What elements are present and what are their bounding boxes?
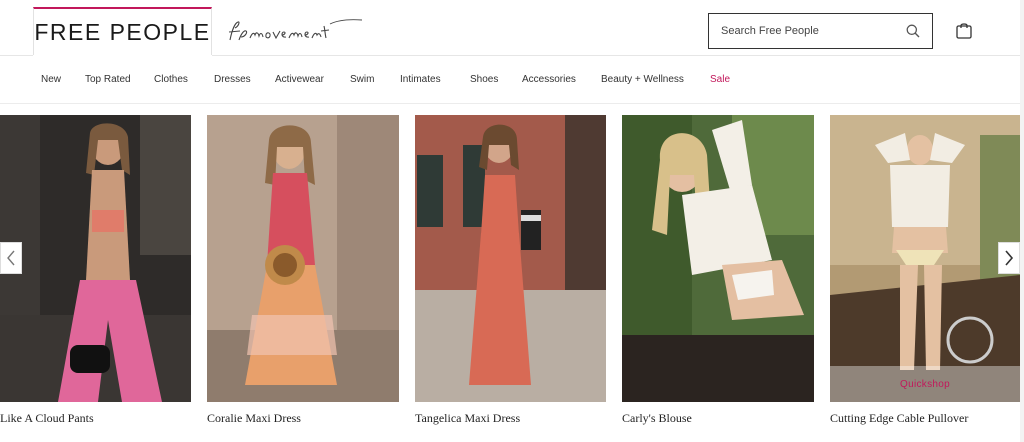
category-nav: New Top Rated Clothes Dresses Activewear…	[0, 57, 1024, 104]
product-image-like-a-cloud-pants[interactable]	[0, 115, 191, 402]
fp-movement-logo[interactable]	[226, 14, 368, 50]
nav-item-dresses[interactable]: Dresses	[214, 74, 251, 85]
nav-item-top-rated[interactable]: Top Rated	[85, 74, 131, 85]
nav-item-beauty-wellness[interactable]: Beauty + Wellness	[601, 74, 684, 85]
product-card-carlys-blouse[interactable]	[622, 115, 814, 402]
carousel-next-button[interactable]	[998, 242, 1020, 274]
search-icon[interactable]	[906, 24, 920, 38]
carousel-prev-button[interactable]	[0, 242, 22, 274]
product-image-coralie-maxi-dress[interactable]	[207, 115, 399, 402]
product-name-carlys-blouse[interactable]: Carly's Blouse	[622, 411, 692, 426]
product-name-coralie-maxi-dress[interactable]: Coralie Maxi Dress	[207, 411, 301, 426]
nav-item-sale[interactable]: Sale	[710, 74, 730, 85]
nav-item-shoes[interactable]: Shoes	[470, 74, 498, 85]
nav-item-new[interactable]: New	[41, 74, 61, 85]
product-image-tangelica-maxi-dress[interactable]	[415, 115, 606, 402]
product-carousel: Like A Cloud Pants Coralie Maxi Dress Ta…	[0, 105, 1024, 442]
nav-item-clothes[interactable]: Clothes	[154, 74, 188, 85]
product-name-like-a-cloud-pants[interactable]: Like A Cloud Pants	[0, 411, 94, 426]
chevron-right-icon	[1005, 250, 1014, 266]
brand-tab-free-people[interactable]: FREE PEOPLE	[33, 7, 212, 56]
quickshop-button[interactable]: Quickshop	[830, 366, 1020, 402]
product-card-tangelica-maxi-dress[interactable]	[415, 115, 606, 402]
nav-item-activewear[interactable]: Activewear	[275, 74, 324, 85]
nav-item-swim[interactable]: Swim	[350, 74, 374, 85]
product-card-like-a-cloud-pants[interactable]	[0, 115, 191, 402]
shopping-bag-icon[interactable]	[955, 21, 973, 39]
product-name-tangelica-maxi-dress[interactable]: Tangelica Maxi Dress	[415, 411, 520, 426]
page-scrollbar[interactable]	[1020, 0, 1024, 442]
nav-item-accessories[interactable]: Accessories	[522, 74, 576, 85]
chevron-left-icon	[7, 250, 15, 266]
product-image-carlys-blouse[interactable]	[622, 115, 814, 402]
product-name-cutting-edge-cable-pullover[interactable]: Cutting Edge Cable Pullover	[830, 411, 968, 426]
brand-logo: FREE PEOPLE	[34, 19, 211, 45]
nav-item-intimates[interactable]: Intimates	[400, 74, 441, 85]
product-card-cutting-edge-cable-pullover[interactable]: Quickshop	[830, 115, 1020, 402]
fp-movement-script-icon	[228, 19, 363, 41]
search-input[interactable]	[721, 25, 891, 37]
product-image-cutting-edge-cable-pullover[interactable]	[830, 115, 1020, 402]
site-header: FREE PEOPLE	[0, 0, 1024, 57]
search-box[interactable]	[708, 13, 933, 49]
product-card-coralie-maxi-dress[interactable]	[207, 115, 399, 402]
